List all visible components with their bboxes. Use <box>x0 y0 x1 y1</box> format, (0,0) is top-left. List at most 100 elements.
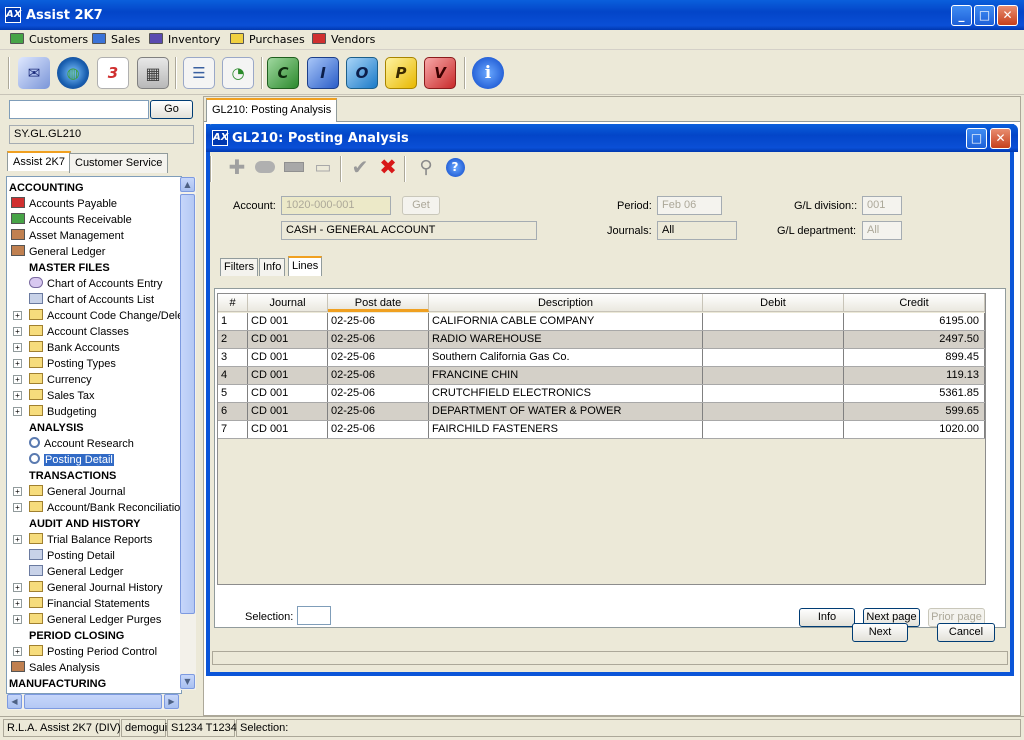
cancel-icon[interactable]: ✖ <box>377 155 399 179</box>
table-row[interactable]: 5 CD 001 02-25-06 CRUTCHFIELD ELECTRONICS 53… <box>218 385 985 403</box>
tree-folder-item[interactable]: + Sales Tax <box>13 388 95 404</box>
window-close-button[interactable]: ✕ <box>990 128 1011 149</box>
expand-icon[interactable]: + <box>13 647 22 656</box>
scroll-up-icon[interactable]: ▲ <box>180 177 195 192</box>
tab-filters[interactable]: Filters <box>220 258 258 276</box>
v-icon[interactable]: V <box>424 57 456 89</box>
h-scroll-thumb[interactable] <box>24 694 162 709</box>
tree-section-heading[interactable]: ACCOUNTING <box>9 180 84 196</box>
tree-folder-item[interactable]: + General Journal History <box>13 580 163 596</box>
gl-department-field[interactable]: All <box>862 221 902 240</box>
tree-folder-item[interactable]: + General Journal <box>13 484 125 500</box>
tree-folder-item[interactable]: + General Ledger Purges <box>13 612 161 628</box>
tree-leaf-item[interactable]: General Ledger <box>29 564 123 580</box>
expand-icon[interactable]: + <box>13 311 22 320</box>
tab-customer-service[interactable]: Customer Service <box>69 153 169 173</box>
selection-input[interactable] <box>297 606 331 625</box>
col-header-debit[interactable]: Debit <box>703 294 844 312</box>
expand-icon[interactable]: + <box>13 583 22 592</box>
scroll-right-icon[interactable]: ▶ <box>164 694 179 709</box>
scroll-thumb[interactable] <box>180 194 195 614</box>
window-maximize-button[interactable]: □ <box>966 128 987 149</box>
i-icon[interactable]: I <box>307 57 339 89</box>
expand-icon[interactable]: + <box>13 359 22 368</box>
tree-folder-item[interactable]: + Budgeting <box>13 404 97 420</box>
tree-module-item[interactable]: Sales Analysis <box>11 660 100 676</box>
tab-lines[interactable]: Lines <box>288 256 323 276</box>
accept-icon[interactable]: ✔ <box>349 155 371 179</box>
c-icon[interactable]: C <box>267 57 299 89</box>
tree-leaf-item[interactable]: Chart of Accounts List <box>29 292 154 308</box>
col-header-credit[interactable]: Credit <box>844 294 985 312</box>
p-icon[interactable]: P <box>385 57 417 89</box>
tab-assist-2k7[interactable]: Assist 2K7 <box>7 151 71 171</box>
journals-field[interactable]: All <box>657 221 737 240</box>
table-row[interactable]: 2 CD 001 02-25-06 RADIO WAREHOUSE 2497.50 <box>218 331 985 349</box>
print-icon[interactable]: ▭ <box>312 156 334 178</box>
account-field[interactable]: 1020-000-001 <box>281 196 391 215</box>
tree-leaf-item[interactable]: Posting Detail <box>29 452 114 468</box>
menu-purchases[interactable]: Purchases <box>230 32 305 48</box>
tree-folder-item[interactable]: + Financial Statements <box>13 596 150 612</box>
get-button[interactable]: Get <box>402 196 440 215</box>
search-icon[interactable]: ⚲ <box>415 156 437 178</box>
tree-folder-item[interactable]: + Posting Types <box>13 356 116 372</box>
tree-module-item[interactable]: Accounts Payable <box>11 196 117 212</box>
o-icon[interactable]: O <box>346 57 378 89</box>
tree-leaf-item[interactable]: Chart of Accounts Entry <box>29 276 163 292</box>
next-button[interactable]: Next <box>852 623 908 642</box>
tree-folder-item[interactable]: + Trial Balance Reports <box>13 532 152 548</box>
scroll-left-icon[interactable]: ◀ <box>7 694 22 709</box>
tree-vertical-scrollbar[interactable]: ▲ ▼ <box>180 177 196 690</box>
table-row[interactable]: 7 CD 001 02-25-06 FAIRCHILD FASTENERS 1020.0… <box>218 421 985 439</box>
expand-icon[interactable]: + <box>13 327 22 336</box>
tree-module-item[interactable]: Accounts Receivable <box>11 212 132 228</box>
tree-leaf-item[interactable]: Posting Detail <box>29 548 115 564</box>
expand-icon[interactable]: + <box>13 503 22 512</box>
close-button[interactable]: ✕ <box>997 5 1018 26</box>
gl-division-field[interactable]: 001 <box>862 196 902 215</box>
tab-info[interactable]: Info <box>259 258 286 276</box>
help-icon[interactable]: ? <box>444 156 466 178</box>
expand-icon[interactable]: + <box>13 487 22 496</box>
expand-icon[interactable]: + <box>13 343 22 352</box>
mail-icon[interactable]: ✉ <box>18 57 50 89</box>
link-icon[interactable] <box>254 156 276 178</box>
col-header-journal[interactable]: Journal <box>248 294 328 312</box>
info-icon[interactable]: i <box>472 57 504 89</box>
menu-vendors[interactable]: Vendors <box>312 32 375 48</box>
tree-folder-item[interactable]: + Currency <box>13 372 92 388</box>
tree-section-heading[interactable]: MANUFACTURING <box>9 676 106 692</box>
report-icon[interactable]: ☰ <box>183 57 215 89</box>
expand-icon[interactable]: + <box>13 407 22 416</box>
tree-leaf-item[interactable]: Account Research <box>29 436 134 452</box>
period-field[interactable]: Feb 06 <box>657 196 722 215</box>
tree-folder-item[interactable]: + Account Code Change/Delete <box>13 308 181 324</box>
cancel-button[interactable]: Cancel <box>937 623 995 642</box>
tree-folder-item[interactable]: + Account Classes <box>13 324 129 340</box>
menu-inventory[interactable]: Inventory <box>149 32 221 48</box>
tree-folder-item[interactable]: + Bank Accounts <box>13 340 120 356</box>
tree-folder-item[interactable]: + Account/Bank Reconciliation <box>13 500 181 516</box>
go-button[interactable]: Go <box>150 100 193 119</box>
maximize-button[interactable]: □ <box>974 5 995 26</box>
table-row[interactable]: 3 CD 001 02-25-06 Southern California Gas C… <box>218 349 985 367</box>
tree-module-item[interactable]: Asset Management <box>11 228 124 244</box>
nav-search-input[interactable] <box>9 100 149 119</box>
col-header-number[interactable]: # <box>218 294 248 312</box>
tab-gl210-document[interactable]: GL210: Posting Analysis <box>206 98 338 122</box>
calendar-icon[interactable]: 3 <box>97 57 129 89</box>
minimize-button[interactable]: _ <box>951 5 972 26</box>
table-row[interactable]: 1 CD 001 02-25-06 CALIFORNIA CABLE COMPANY 6… <box>218 313 985 331</box>
table-row[interactable]: 4 CD 001 02-25-06 FRANCINE CHIN 119.13 <box>218 367 985 385</box>
expand-icon[interactable]: + <box>13 375 22 384</box>
tree-module-item[interactable]: General Ledger <box>11 244 105 260</box>
expand-icon[interactable]: + <box>13 615 22 624</box>
expand-icon[interactable]: + <box>13 599 22 608</box>
col-header-description[interactable]: Description <box>429 294 703 312</box>
scroll-down-icon[interactable]: ▼ <box>180 674 195 689</box>
tree-folder-item[interactable]: + Posting Period Control <box>13 644 157 660</box>
calculator-icon[interactable]: ▦ <box>137 57 169 89</box>
expand-icon[interactable]: + <box>13 535 22 544</box>
chart-report-icon[interactable]: ◔ <box>222 57 254 89</box>
